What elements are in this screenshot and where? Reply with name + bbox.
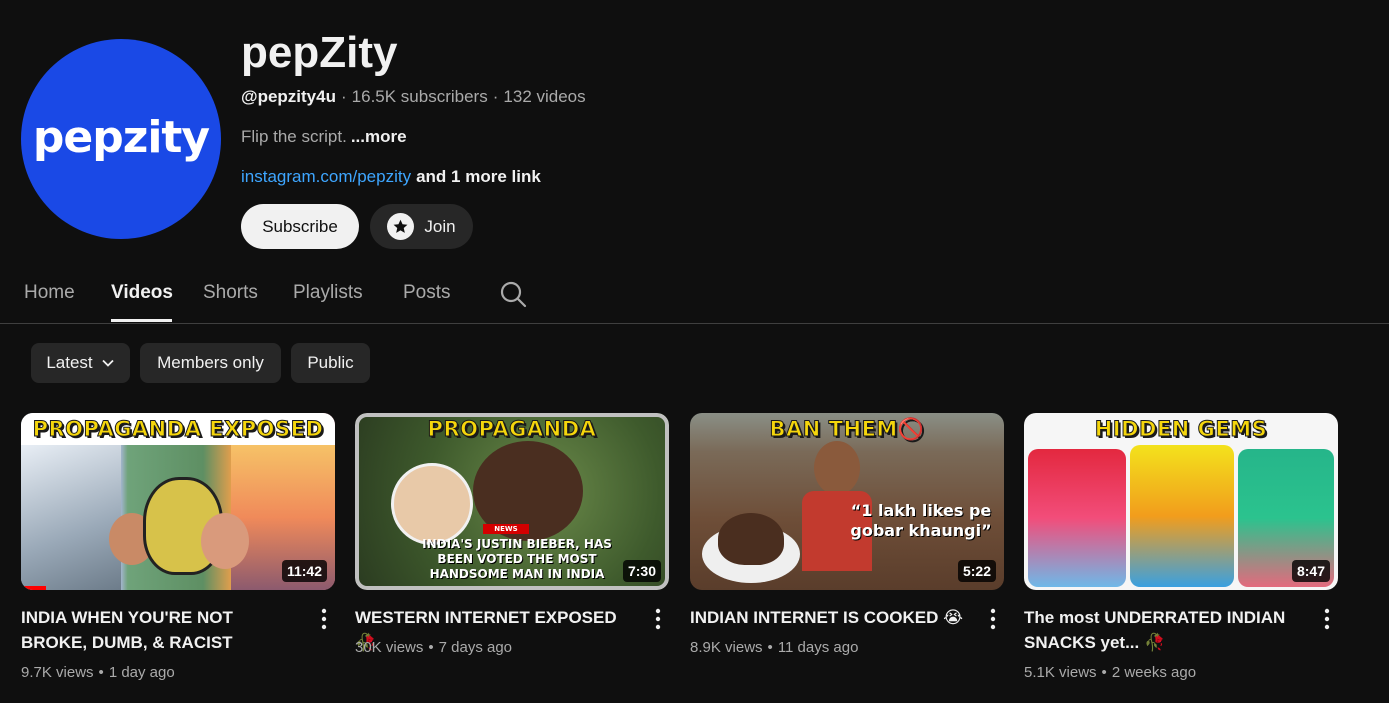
- thumbnail-food: [718, 513, 784, 565]
- view-count: 9.7K views: [21, 664, 94, 681]
- more-options-icon[interactable]: [1320, 607, 1334, 631]
- subscriber-count: 16.5K subscribers: [351, 87, 488, 106]
- chevron-down-icon: [102, 359, 114, 367]
- upload-age: 1 day ago: [108, 664, 175, 681]
- video-thumbnail[interactable]: HIDDEN GEMS 8:47: [1024, 413, 1338, 590]
- thumbnail-face-circle: [391, 463, 473, 545]
- join-button[interactable]: Join: [370, 204, 473, 249]
- more-options-icon[interactable]: [317, 607, 331, 631]
- thumbnail-snow-mountains: [21, 445, 121, 590]
- tab-videos[interactable]: Videos: [111, 282, 173, 304]
- separator-dot: •: [98, 664, 104, 681]
- more-links-button[interactable]: and 1 more link: [416, 167, 541, 186]
- join-label: Join: [424, 216, 456, 236]
- subscribe-button[interactable]: Subscribe: [241, 204, 359, 249]
- active-tab-indicator: [111, 319, 172, 322]
- video-card[interactable]: PROPAGANDA EXPOSED 11:42 INDIA WHEN YOU'…: [21, 413, 335, 681]
- channel-tabs: Home Videos Shorts Playlists Posts: [0, 270, 1389, 324]
- tab-shorts[interactable]: Shorts: [203, 282, 258, 304]
- more-options-icon[interactable]: [651, 607, 665, 631]
- thumbnail-title-text: HIDDEN GEMS: [1094, 417, 1268, 442]
- channel-description: Flip the script. ...more: [241, 127, 407, 147]
- channel-links: instagram.com/pepzity and 1 more link: [241, 167, 541, 187]
- avatar-logo-text: pepzity: [32, 111, 210, 163]
- video-count: 132 videos: [503, 87, 586, 106]
- channel-handle: @pepzity4u: [241, 87, 336, 106]
- channel-meta: @pepzity4u · 16.5K subscribers · 132 videos: [241, 87, 586, 107]
- thumbnail-snack-pack: [1028, 449, 1126, 587]
- separator-dot: ·: [340, 87, 347, 106]
- description-text: Flip the script.: [241, 127, 347, 146]
- thumbnail-caption: INDIA'S JUSTIN BIEBER, HAS BEEN VOTED TH…: [422, 537, 612, 581]
- video-thumbnail[interactable]: PROPAGANDA NEWS INDIA'S JUSTIN BIEBER, H…: [355, 413, 669, 590]
- watch-progress-bar: [21, 586, 47, 590]
- upload-age: 7 days ago: [438, 639, 513, 656]
- video-title[interactable]: INDIA WHEN YOU'RE NOT BROKE, DUMB, & RAC…: [21, 605, 301, 655]
- separator-dot: •: [428, 639, 434, 656]
- thumbnail-face: [201, 513, 249, 569]
- video-duration: 7:30: [622, 560, 661, 582]
- thumbnail-face: [814, 441, 860, 495]
- description-more-link[interactable]: ...more: [351, 127, 407, 146]
- video-meta: 8.9K views • 11 days ago: [690, 639, 858, 656]
- public-chip[interactable]: Public: [291, 343, 370, 383]
- video-title[interactable]: INDIAN INTERNET IS COOKED 😭: [690, 605, 970, 630]
- tab-posts[interactable]: Posts: [403, 282, 451, 304]
- video-duration: 11:42: [281, 560, 327, 582]
- video-thumbnail[interactable]: PROPAGANDA EXPOSED 11:42: [21, 413, 335, 590]
- channel-name: pepZity: [241, 28, 398, 77]
- sort-latest-chip[interactable]: Latest: [31, 343, 130, 383]
- video-thumbnail[interactable]: BAN THEM🚫 “1 lakh likes pe gobar khaungi…: [690, 413, 1004, 590]
- sort-latest-label: Latest: [46, 353, 93, 372]
- video-meta: 5.1K views • 2 weeks ago: [1024, 664, 1196, 681]
- tab-home[interactable]: Home: [24, 282, 75, 304]
- video-card[interactable]: HIDDEN GEMS 8:47 The most UNDERRATED IND…: [1024, 413, 1338, 681]
- view-count: 8.9K views: [690, 639, 763, 656]
- video-title[interactable]: The most UNDERRATED INDIAN SNACKS yet...…: [1024, 605, 1304, 655]
- instagram-link[interactable]: instagram.com/pepzity: [241, 167, 411, 186]
- video-card[interactable]: PROPAGANDA NEWS INDIA'S JUSTIN BIEBER, H…: [355, 413, 669, 656]
- video-duration: 8:47: [1291, 560, 1330, 582]
- video-card[interactable]: BAN THEM🚫 “1 lakh likes pe gobar khaungi…: [690, 413, 1004, 656]
- tab-playlists[interactable]: Playlists: [293, 282, 363, 304]
- separator-dot: •: [767, 639, 773, 656]
- star-badge-icon: [387, 213, 415, 240]
- search-icon[interactable]: [499, 280, 527, 308]
- more-options-icon[interactable]: [986, 607, 1000, 631]
- thumbnail-snack-pack: [1130, 445, 1234, 587]
- view-count: 5.1K views: [1024, 664, 1097, 681]
- upload-age: 11 days ago: [777, 639, 859, 656]
- separator-dot: •: [1101, 664, 1107, 681]
- thumbnail-title-text: PROPAGANDA EXPOSED: [21, 413, 335, 445]
- separator-dot: ·: [492, 87, 499, 106]
- video-meta: 9.7K views • 1 day ago: [21, 664, 175, 681]
- thumbnail-quote: “1 lakh likes pe gobar khaungi”: [850, 501, 992, 540]
- video-meta: 30K views • 7 days ago: [355, 639, 512, 656]
- members-only-chip[interactable]: Members only: [140, 343, 281, 383]
- thumbnail-news-text: NEWS: [494, 525, 518, 533]
- upload-age: 2 weeks ago: [1111, 664, 1197, 681]
- thumbnail-title-text: PROPAGANDA: [427, 417, 597, 442]
- video-duration: 5:22: [957, 560, 996, 582]
- view-count: 30K views: [355, 639, 424, 656]
- thumbnail-title-text: BAN THEM🚫: [769, 416, 925, 441]
- channel-avatar: pepzity: [21, 39, 221, 239]
